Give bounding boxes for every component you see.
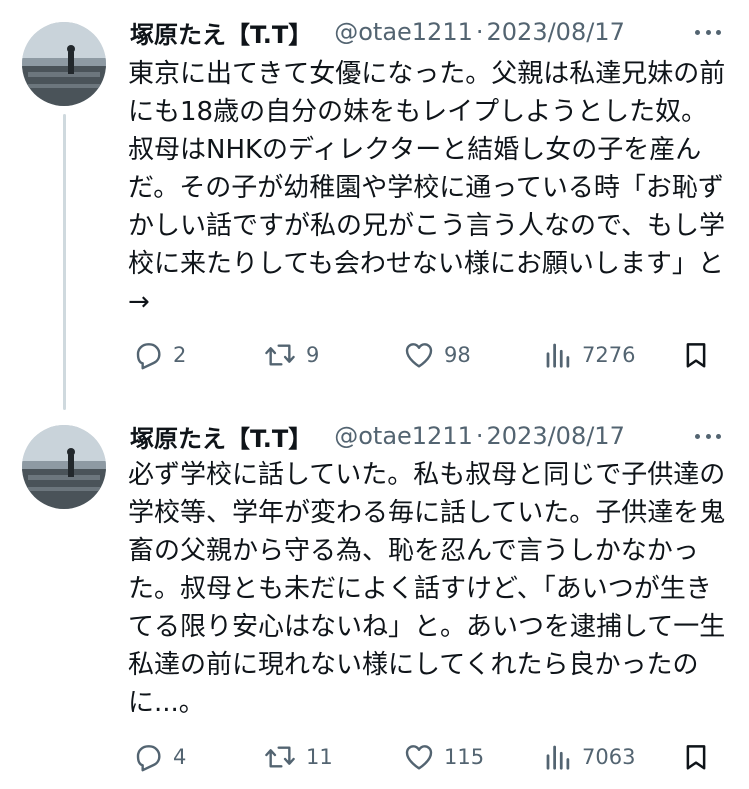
bookmark-button[interactable]	[681, 335, 711, 375]
tweet-date[interactable]: 2023/08/17	[487, 422, 625, 450]
header-separator: ·	[475, 18, 484, 46]
more-icon[interactable]	[695, 418, 721, 454]
reply-button[interactable]: 2	[132, 335, 186, 375]
views-icon	[546, 745, 570, 770]
retweet-button[interactable]: 9	[263, 335, 319, 375]
reply-count: 2	[173, 343, 187, 367]
tweet-header: 塚原たえ【T.T】 @otae1211 · 2023/08/17	[130, 14, 730, 50]
tweet-header: 塚原たえ【T.T】 @otae1211 · 2023/08/17	[130, 418, 730, 454]
author-handle[interactable]: @otae1211	[334, 422, 473, 450]
like-count: 98	[444, 343, 471, 367]
like-button[interactable]: 115	[403, 737, 484, 777]
header-separator: ·	[475, 422, 484, 450]
tweet-date[interactable]: 2023/08/17	[487, 18, 625, 46]
avatar[interactable]	[22, 22, 106, 106]
reply-count: 4	[173, 745, 187, 769]
bookmark-button[interactable]	[681, 737, 711, 777]
retweet-icon	[265, 344, 295, 366]
views-button[interactable]: 7063	[543, 737, 635, 777]
bookmark-icon	[686, 745, 706, 770]
view-count: 7063	[582, 745, 636, 769]
bookmark-icon	[686, 343, 706, 368]
avatar-photo	[22, 22, 106, 106]
like-button[interactable]: 98	[403, 335, 471, 375]
retweet-button[interactable]: 11	[263, 737, 333, 777]
view-count: 7276	[582, 343, 636, 367]
avatar-photo	[22, 425, 106, 509]
views-button[interactable]: 7276	[543, 335, 635, 375]
author-name[interactable]: 塚原たえ【T.T】	[130, 15, 312, 50]
tweet-text: 東京に出てきて女優になった。父親は私達兄妹の前にも18歳の自分の妹をもレイプしよ…	[128, 59, 733, 317]
like-count: 115	[444, 745, 485, 769]
reply-icon	[136, 745, 161, 772]
retweet-count: 11	[306, 745, 333, 769]
author-handle[interactable]: @otae1211	[334, 18, 473, 46]
tweet-text: 必ず学校に話していた。私も叔母と同じで子供達の学校等、学年が変わる毎に話していた…	[128, 460, 726, 718]
tweet-actions: 2 9 98 7276	[0, 335, 749, 375]
like-icon	[405, 745, 433, 770]
like-icon	[405, 343, 433, 368]
tweet[interactable]: 塚原たえ【T.T】 @otae1211 · 2023/08/17 必ず学校に話し…	[0, 405, 749, 789]
retweet-icon	[265, 746, 295, 768]
reply-button[interactable]: 4	[132, 737, 186, 777]
reply-icon	[136, 343, 161, 370]
avatar[interactable]	[22, 425, 106, 509]
more-icon[interactable]	[695, 14, 721, 50]
author-name[interactable]: 塚原たえ【T.T】	[130, 419, 312, 454]
tweet[interactable]: 塚原たえ【T.T】 @otae1211 · 2023/08/17 東京に出てきて…	[0, 0, 749, 410]
views-icon	[546, 343, 570, 368]
tweet-actions: 4 11 115 7063	[0, 737, 749, 777]
retweet-count: 9	[306, 343, 320, 367]
